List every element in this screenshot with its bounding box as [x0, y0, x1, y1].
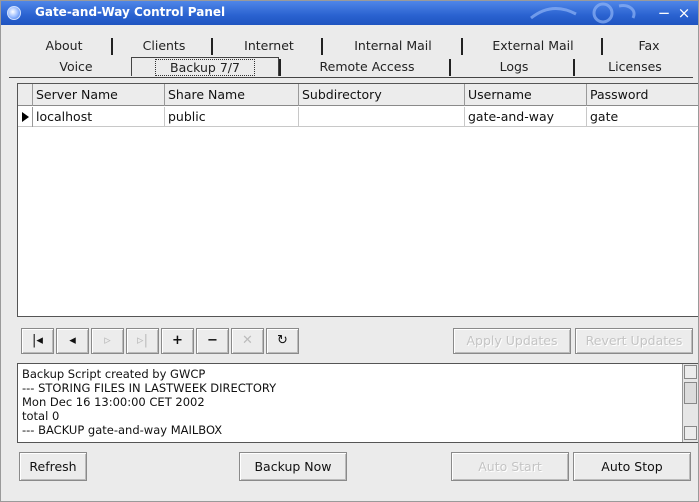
column-header-subdirectory[interactable]: Subdirectory — [299, 84, 465, 106]
tab-separator — [573, 59, 575, 76]
tab-label: Fax — [638, 38, 660, 53]
log-line: Mon Dec 16 13:00:00 CET 2002 — [22, 395, 205, 409]
prior-record-button[interactable]: ◂ — [56, 328, 89, 354]
app-logo-icon[interactable] — [7, 6, 21, 20]
log-scrollbar[interactable] — [682, 364, 698, 442]
tab-label: Internet — [244, 38, 294, 53]
auto-stop-button[interactable]: Auto Stop — [573, 452, 691, 481]
tab-separator — [321, 38, 323, 55]
grid-header: Server Name Share Name Subdirectory User… — [18, 84, 698, 106]
tab-label: Licenses — [608, 59, 662, 74]
titlebar-decoration-icon — [530, 2, 636, 24]
tab-label: External Mail — [492, 38, 574, 53]
tab-logs[interactable]: Logs — [457, 57, 571, 76]
control-panel-window: Gate-and-Way Control Panel − × About Cli… — [0, 0, 699, 502]
log-line: total 0 — [22, 409, 60, 423]
cell-subdirectory[interactable] — [299, 107, 465, 127]
tab-label: About — [45, 38, 83, 53]
tab-separator — [461, 38, 463, 55]
last-record-button[interactable]: ▹| — [126, 328, 159, 354]
cell-share-name[interactable]: public — [165, 107, 299, 127]
tab-label: Clients — [142, 38, 186, 53]
next-record-icon: ▹ — [104, 333, 111, 348]
row-pointer-icon — [22, 112, 29, 122]
current-row-indicator — [18, 107, 33, 127]
cell-username[interactable]: gate-and-way — [465, 107, 587, 127]
tab-separator — [601, 38, 603, 55]
scroll-down-arrow-icon[interactable] — [684, 426, 697, 440]
tab-label: Voice — [59, 59, 93, 74]
tab-clients[interactable]: Clients — [119, 36, 209, 55]
auto-start-button[interactable]: Auto Start — [451, 452, 569, 481]
revert-updates-button[interactable]: Revert Updates — [575, 328, 693, 354]
tab-licenses[interactable]: Licenses — [581, 57, 689, 76]
table-row[interactable]: localhost public gate-and-way gate — [18, 107, 698, 127]
tab-external-mail[interactable]: External Mail — [469, 36, 597, 55]
minimize-button[interactable]: − — [655, 4, 673, 22]
column-header-password[interactable]: Password — [587, 84, 698, 106]
cell-server-name[interactable]: localhost — [33, 107, 165, 127]
log-line: --- STORING FILES IN LASTWEEK DIRECTORY — [22, 381, 277, 395]
column-header-server-name[interactable]: Server Name — [33, 84, 165, 106]
tab-separator — [211, 38, 213, 55]
tab-separator — [279, 59, 281, 76]
close-button[interactable]: × — [675, 4, 693, 22]
first-record-icon: |◂ — [32, 333, 43, 348]
delete-record-button[interactable]: − — [196, 328, 229, 354]
scrollbar-thumb[interactable] — [684, 382, 697, 404]
backup-log-output[interactable]: Backup Script created by GWCP --- STORIN… — [17, 363, 698, 443]
tab-separator — [111, 38, 113, 55]
title-bar[interactable]: Gate-and-Way Control Panel − × — [1, 1, 698, 25]
refresh-icon: ↻ — [277, 333, 288, 348]
backup-shares-grid[interactable]: Server Name Share Name Subdirectory User… — [17, 83, 698, 317]
tab-row-1: About Clients Internet Internal Mail Ext… — [11, 36, 691, 55]
column-header-username[interactable]: Username — [465, 84, 587, 106]
cell-password[interactable]: gate — [587, 107, 698, 127]
tab-about[interactable]: About — [21, 36, 107, 55]
log-line: Backup Script created by GWCP — [22, 367, 206, 381]
column-header-share-name[interactable]: Share Name — [165, 84, 299, 106]
tab-internal-mail[interactable]: Internal Mail — [329, 36, 457, 55]
cancel-edit-button[interactable]: ✕ — [231, 328, 264, 354]
tab-backup[interactable]: Backup 7/7 — [131, 57, 279, 76]
log-line: --- BACKUP gate-and-way MAILBOX — [22, 423, 223, 437]
tab-label: Remote Access — [319, 59, 415, 74]
plus-icon: + — [172, 333, 183, 348]
cancel-icon: ✕ — [242, 333, 253, 348]
last-record-icon: ▹| — [137, 333, 148, 348]
apply-updates-button[interactable]: Apply Updates — [453, 328, 571, 354]
tab-separator — [449, 59, 451, 76]
tab-remote-access[interactable]: Remote Access — [287, 57, 447, 76]
minus-icon: − — [207, 333, 218, 348]
tab-label: Logs — [499, 59, 529, 74]
scroll-up-arrow-icon[interactable] — [684, 365, 697, 379]
backup-now-button[interactable]: Backup Now — [239, 452, 347, 481]
refresh-data-button[interactable]: ↻ — [266, 328, 299, 354]
row-indicator-column — [18, 84, 33, 106]
refresh-button[interactable]: Refresh — [19, 452, 87, 481]
window-title: Gate-and-Way Control Panel — [35, 5, 226, 19]
tab-fax[interactable]: Fax — [609, 36, 689, 55]
tab-label: Backup 7/7 — [155, 59, 255, 76]
next-record-button[interactable]: ▹ — [91, 328, 124, 354]
first-record-button[interactable]: |◂ — [21, 328, 54, 354]
prior-record-icon: ◂ — [69, 333, 76, 348]
tab-internet[interactable]: Internet — [219, 36, 319, 55]
tab-voice[interactable]: Voice — [21, 57, 131, 76]
tab-label: Internal Mail — [354, 38, 432, 53]
insert-record-button[interactable]: + — [161, 328, 194, 354]
tab-row-2: Voice Backup 7/7 Remote Access Logs Lice… — [11, 57, 691, 76]
